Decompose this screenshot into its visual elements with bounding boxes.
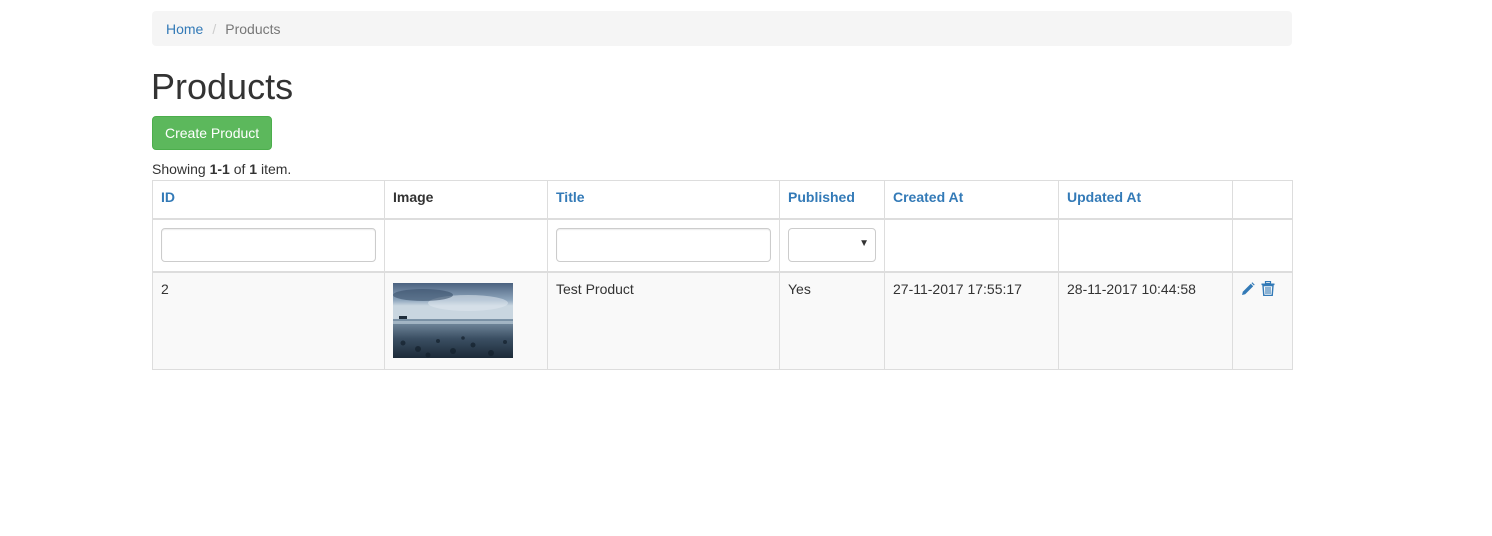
breadcrumb: Home / Products [152,11,1292,46]
sort-created-at-link[interactable]: Created At [893,189,963,205]
breadcrumb-home-link[interactable]: Home [166,21,203,37]
cell-updated-at: 28-11-2017 10:44:58 [1058,271,1233,370]
cell-published: Yes [779,271,885,370]
sort-id-link[interactable]: ID [161,189,175,205]
create-product-button[interactable]: Create Product [152,116,273,150]
filter-cell-actions [1232,218,1293,273]
delete-link[interactable] [1261,281,1275,296]
cell-id: 2 [152,271,385,370]
column-header-updated-at: Updated At [1058,180,1233,220]
cell-created-at: 27-11-2017 17:55:17 [884,271,1059,370]
chevron-down-icon: ▼ [859,238,869,249]
sort-updated-at-link[interactable]: Updated At [1067,189,1141,205]
page-container: Home / Products Products Create Product … [151,11,1293,370]
column-header-title: Title [547,180,780,220]
filter-cell-created-at [884,218,1059,273]
filter-cell-published: ▼ [779,218,885,273]
products-table: ID Image Title Published Created At Upda… [152,180,1293,370]
summary-total: 1 [249,161,258,177]
column-header-id: ID [152,180,385,220]
id-filter-input[interactable] [161,228,376,262]
cell-image [384,271,548,370]
title-filter-input[interactable] [556,228,771,262]
breadcrumb-current: Products [225,20,281,37]
grid-summary: Showing 1-1 of 1 item. [152,161,291,177]
page-title: Products [151,66,294,107]
summary-middle: of [229,161,250,177]
cell-actions [1232,271,1293,370]
filter-cell-image [384,218,548,273]
filter-cell-updated-at [1058,218,1233,273]
table-filter-row: ▼ [152,218,1293,273]
update-link[interactable] [1241,282,1255,296]
sort-title-link[interactable]: Title [556,189,585,205]
published-filter-select[interactable]: ▼ [788,228,876,262]
filter-cell-title [547,218,780,273]
product-thumbnail [393,283,513,358]
summary-range: 1-1 [209,161,230,177]
breadcrumb-separator: / [212,20,217,37]
column-header-created-at: Created At [884,180,1059,220]
column-header-image: Image [384,180,548,220]
trash-icon [1261,281,1275,296]
table-header-row: ID Image Title Published Created At Upda… [152,180,1293,220]
sort-published-link[interactable]: Published [788,189,855,205]
cell-title: Test Product [547,271,780,370]
column-header-published: Published [779,180,885,220]
summary-prefix: Showing [152,161,210,177]
column-header-actions [1232,180,1293,220]
summary-suffix: item. [257,161,292,177]
pencil-icon [1242,282,1255,295]
table-row: 2 Test Product Yes 27-11-2017 17:55:17 2… [152,271,1293,370]
filter-cell-id [152,218,385,273]
